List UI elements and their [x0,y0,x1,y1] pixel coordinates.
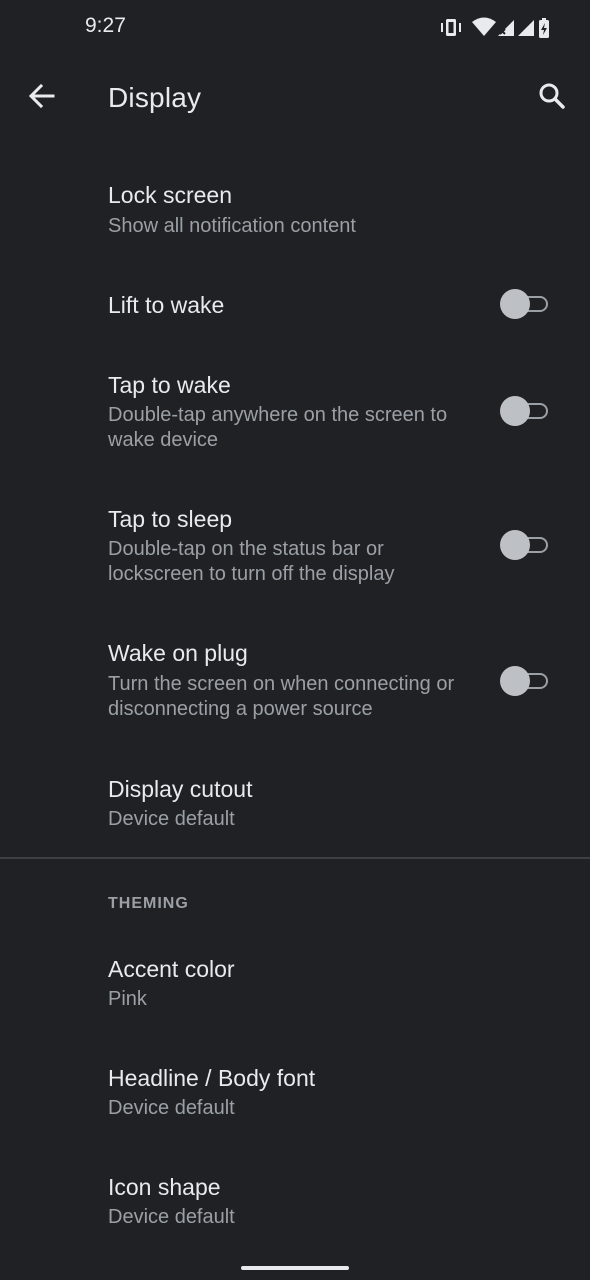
pref-summary: Double-tap on the status bar or lockscre… [108,538,395,585]
pref-tap-to-sleep[interactable]: Tap to sleep Double-tap on the status ba… [0,482,590,616]
status-icons [438,14,568,40]
pref-headline-body-font[interactable]: Headline / Body font Device default [0,1042,590,1152]
section-header-theming: THEMING [108,895,189,912]
signal-x-icon [498,20,514,36]
pref-title: Lock screen [108,182,233,208]
app-bar: Display [0,62,590,136]
pref-summary: Turn the screen on when connecting or di… [108,673,455,720]
wifi-icon [472,17,496,36]
pref-icon-shape[interactable]: Icon shape Device default [0,1152,590,1256]
pref-title: Lift to wake [108,292,225,318]
pref-summary: Device default [108,808,235,830]
pref-title: Tap to sleep [108,506,233,532]
switch-thumb [500,396,530,426]
pref-title: Display cutout [108,776,253,802]
pref-summary: Device default [108,1206,235,1228]
search-button[interactable] [532,76,572,116]
arrow-back-icon [28,83,55,109]
pref-summary: Double-tap anywhere on the screen to wak… [108,404,448,451]
pref-wake-on-plug[interactable]: Wake on plug Turn the screen on when con… [0,616,590,752]
battery-charging-icon [539,18,549,38]
back-button[interactable] [22,76,62,116]
switch-thumb [500,666,530,696]
switch-thumb [500,289,530,319]
lift-to-wake-switch[interactable] [500,287,550,321]
page-title: Display [108,82,202,113]
pref-lock-screen[interactable]: Lock screen Show all notification conten… [0,160,590,264]
pref-summary: Device default [108,1097,235,1119]
pref-summary: Show all notification content [108,215,356,237]
status-bar: 9:27 [0,0,590,56]
pref-display-cutout[interactable]: Display cutout Device default [0,752,590,856]
pref-tap-to-wake[interactable]: Tap to wake Double-tap anywhere on the s… [0,348,590,482]
gesture-nav-handle[interactable] [241,1266,349,1270]
pref-title: Accent color [108,956,235,982]
wake-on-plug-switch[interactable] [500,664,550,698]
pref-accent-color[interactable]: Accent color Pink [0,932,590,1042]
signal-icon [518,20,534,36]
pref-title: Tap to wake [108,372,231,398]
pref-lift-to-wake[interactable]: Lift to wake [0,264,590,348]
tap-to-wake-switch[interactable] [500,394,550,428]
vibrate-icon [441,19,461,36]
status-icons-svg [441,17,549,38]
pref-title: Wake on plug [108,640,248,666]
pref-title: Icon shape [108,1174,221,1200]
tap-to-sleep-switch[interactable] [500,528,550,562]
switch-thumb [500,530,530,560]
pref-summary: Pink [108,988,147,1010]
status-time: 9:27 [85,14,126,37]
pref-title: Headline / Body font [108,1065,316,1091]
divider [0,857,590,859]
search-icon [539,83,565,109]
